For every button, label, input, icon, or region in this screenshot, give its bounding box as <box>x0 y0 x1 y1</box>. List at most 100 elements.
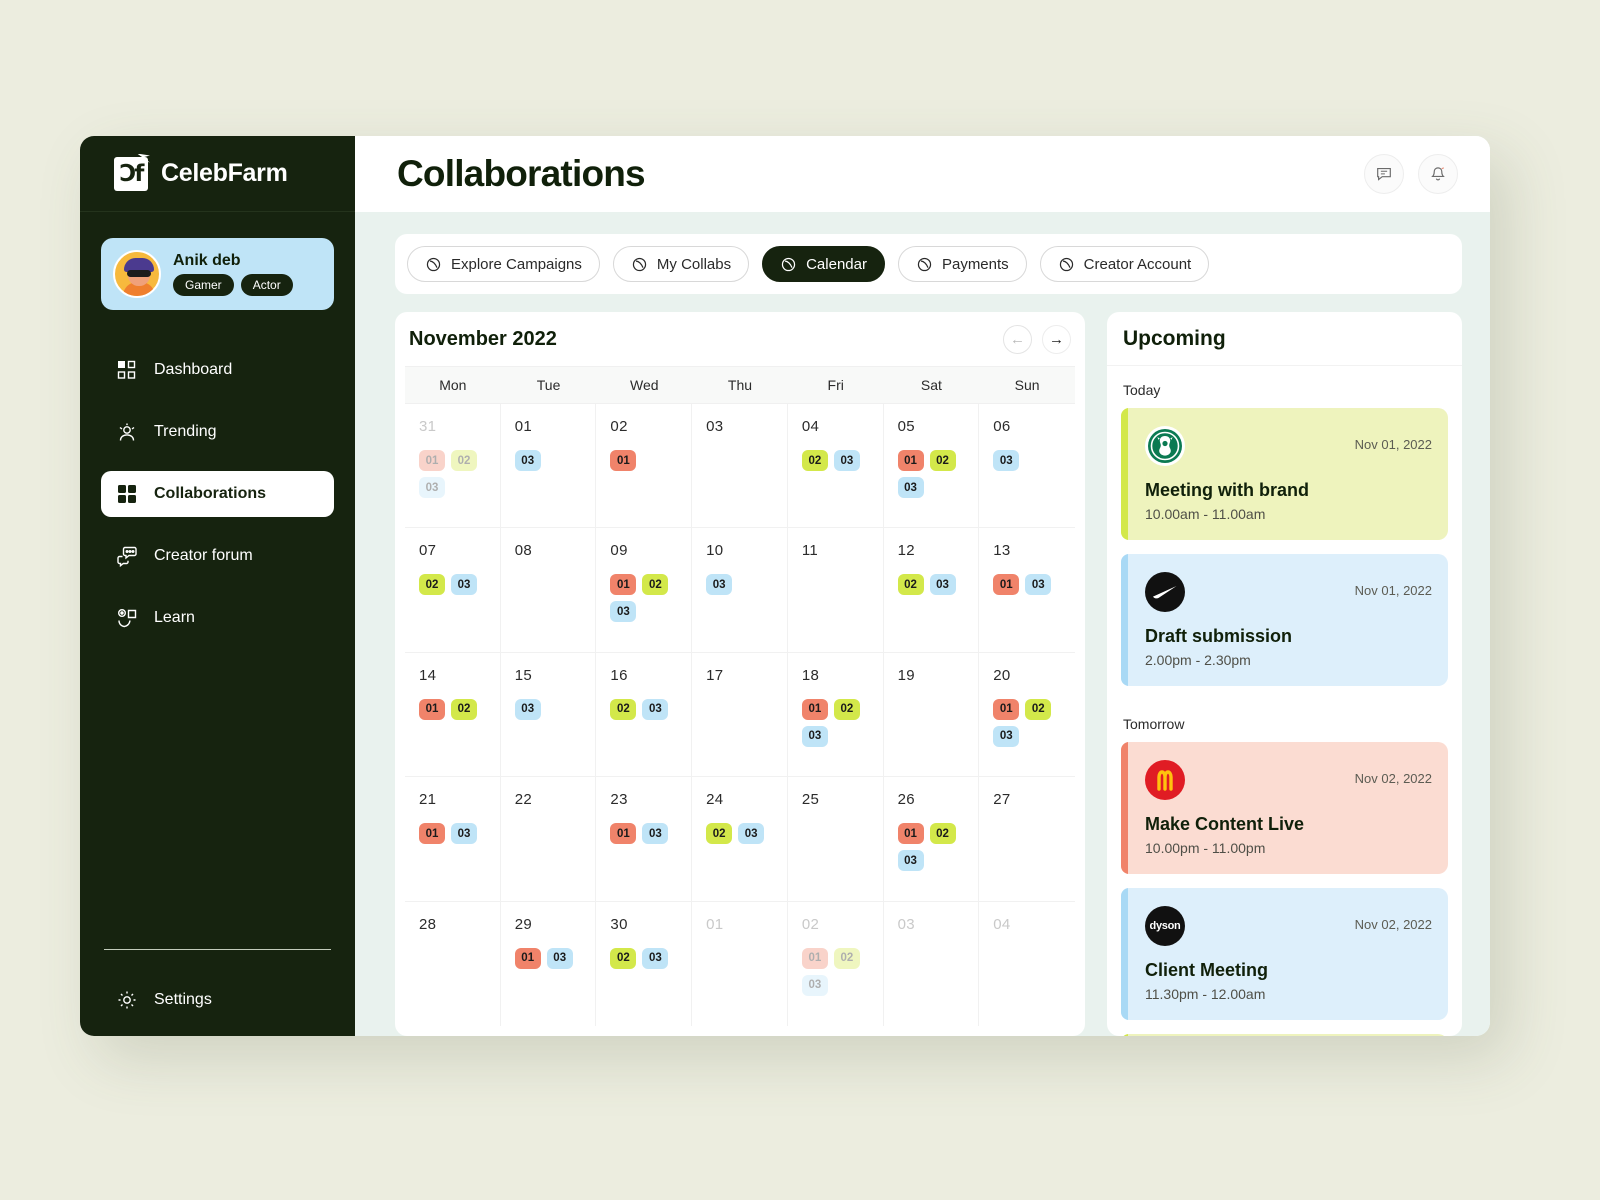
profile-card[interactable]: Anik deb Gamer Actor <box>101 238 334 310</box>
calendar-day-cell[interactable]: 03 <box>692 404 788 529</box>
tab-explore-campaigns[interactable]: Explore Campaigns <box>407 246 600 282</box>
calendar-day-cell[interactable]: 29 01 03 <box>501 901 597 1026</box>
calendar-badge-01[interactable]: 01 <box>801 698 828 720</box>
calendar-day-cell[interactable]: 23 01 03 <box>596 777 693 902</box>
calendar-badge-01[interactable]: 01 <box>993 698 1020 720</box>
calendar-badge-03[interactable]: 03 <box>514 450 541 471</box>
calendar-badge-03[interactable]: 03 <box>897 850 924 872</box>
tab-calendar[interactable]: Calendar <box>762 246 885 282</box>
calendar-badge-03[interactable]: 03 <box>642 823 669 845</box>
calendar-badge-03[interactable]: 03 <box>993 725 1020 747</box>
calendar-badge-01[interactable]: 01 <box>419 823 445 845</box>
calendar-badge-03[interactable]: 03 <box>610 601 637 623</box>
calendar-day-cell[interactable]: 02 01 <box>596 404 693 529</box>
sidebar-item-settings[interactable]: Settings <box>101 988 212 1012</box>
calendar-day-cell[interactable]: 19 <box>883 652 980 778</box>
tab-payments[interactable]: Payments <box>897 246 1027 282</box>
calendar-badge-03[interactable]: 03 <box>451 574 477 596</box>
upcoming-event-card[interactable]: Nov 01, 2022 Draft submission 2.00pm - 2.3… <box>1121 554 1448 686</box>
calendar-badge-01[interactable]: 01 <box>897 823 924 845</box>
tab-creator-account[interactable]: Creator Account <box>1039 246 1210 282</box>
calendar-badge-02[interactable]: 02 <box>610 947 637 969</box>
calendar-day-cell[interactable]: 18 01 02 03 <box>787 652 884 778</box>
calendar-badge-02[interactable]: 02 <box>419 574 445 596</box>
prev-month-button[interactable]: ← <box>1003 324 1032 354</box>
calendar-badge-02[interactable]: 02 <box>451 450 477 471</box>
calendar-day-cell[interactable]: 31 01 02 03 <box>405 404 501 529</box>
calendar-badge-03[interactable]: 03 <box>993 450 1020 471</box>
calendar-badge-03[interactable]: 03 <box>642 698 669 720</box>
calendar-badge-02[interactable]: 02 <box>706 823 733 845</box>
sidebar-item-dashboard[interactable]: Dashboard <box>101 347 334 393</box>
calendar-badge-02[interactable]: 02 <box>451 698 477 720</box>
calendar-badge-03[interactable]: 03 <box>419 477 445 498</box>
sidebar-item-learn[interactable]: Learn <box>101 595 334 641</box>
calendar-badge-02[interactable]: 02 <box>897 574 924 596</box>
calendar-badge-01[interactable]: 01 <box>419 450 445 471</box>
calendar-day-cell[interactable]: 20 01 02 03 <box>979 653 1075 778</box>
calendar-day-cell[interactable]: 02 01 02 03 <box>788 901 884 1026</box>
calendar-badge-03[interactable]: 03 <box>833 450 860 471</box>
calendar-day-cell[interactable]: 03 <box>884 901 980 1026</box>
calendar-badge-03[interactable]: 03 <box>514 698 541 720</box>
calendar-badge-02[interactable]: 02 <box>642 574 669 596</box>
notifications-button[interactable] <box>1418 154 1458 194</box>
calendar-badge-03[interactable]: 03 <box>897 477 924 498</box>
sidebar-item-trending[interactable]: Trending <box>101 409 334 455</box>
calendar-badge-03[interactable]: 03 <box>451 823 477 845</box>
calendar-badge-02[interactable]: 02 <box>610 698 637 720</box>
upcoming-event-card-partial[interactable] <box>1121 1034 1448 1036</box>
tab-my-collabs[interactable]: My Collabs <box>612 246 750 282</box>
sidebar-item-collaborations[interactable]: Collaborations <box>101 471 334 517</box>
calendar-day-cell[interactable]: 15 03 <box>500 652 597 778</box>
calendar-day-cell[interactable]: 04 <box>979 902 1075 1026</box>
upcoming-event-card[interactable]: Nov 01, 2022 Meeting with brand 10.00am - … <box>1121 408 1448 540</box>
upcoming-event-card[interactable]: dyson Nov 02, 2022 Client Meeting 11.30pm -… <box>1121 888 1448 1020</box>
calendar-badge-01[interactable]: 01 <box>993 574 1020 596</box>
calendar-day-cell[interactable]: 21 01 03 <box>405 777 501 902</box>
calendar-day-cell[interactable]: 25 <box>787 777 884 902</box>
calendar-day-cell[interactable]: 06 03 <box>979 404 1075 529</box>
calendar-badge-03[interactable]: 03 <box>706 574 733 596</box>
calendar-badge-01[interactable]: 01 <box>419 698 445 720</box>
calendar-badge-01[interactable]: 01 <box>801 947 828 969</box>
brand[interactable]: Ɔf CelebFarm <box>80 136 355 212</box>
calendar-badge-03[interactable]: 03 <box>642 947 669 969</box>
calendar-badge-01[interactable]: 01 <box>897 450 924 471</box>
calendar-day-cell[interactable]: 11 <box>787 528 884 653</box>
calendar-day-cell[interactable]: 24 02 03 <box>692 777 788 902</box>
calendar-badge-02[interactable]: 02 <box>801 450 828 471</box>
upcoming-event-card[interactable]: Nov 02, 2022 Make Content Live 10.00pm - 1… <box>1121 742 1448 874</box>
messages-button[interactable] <box>1364 154 1404 194</box>
calendar-day-cell[interactable]: 22 <box>500 777 597 902</box>
calendar-badge-02[interactable]: 02 <box>929 450 956 471</box>
calendar-badge-01[interactable]: 01 <box>610 823 637 845</box>
calendar-badge-02[interactable]: 02 <box>833 698 860 720</box>
calendar-badge-02[interactable]: 02 <box>833 947 860 969</box>
calendar-badge-03[interactable]: 03 <box>801 725 828 747</box>
calendar-day-cell[interactable]: 13 01 03 <box>979 528 1075 653</box>
calendar-badge-03[interactable]: 03 <box>546 947 573 969</box>
calendar-badge-01[interactable]: 01 <box>514 947 541 969</box>
calendar-badge-03[interactable]: 03 <box>801 974 828 996</box>
calendar-day-cell[interactable]: 28 <box>405 901 501 1026</box>
calendar-day-cell[interactable]: 01 03 <box>500 404 597 529</box>
calendar-day-cell[interactable]: 01 <box>692 901 788 1026</box>
calendar-day-cell[interactable]: 16 02 03 <box>596 652 693 778</box>
calendar-day-cell[interactable]: 04 02 03 <box>787 404 884 529</box>
calendar-day-cell[interactable]: 27 <box>979 777 1075 902</box>
calendar-day-cell[interactable]: 14 01 02 <box>405 652 501 778</box>
calendar-day-cell[interactable]: 07 02 03 <box>405 528 501 653</box>
calendar-day-cell[interactable]: 30 02 03 <box>596 901 693 1026</box>
calendar-badge-02[interactable]: 02 <box>1025 698 1052 720</box>
calendar-badge-03[interactable]: 03 <box>929 574 956 596</box>
calendar-badge-03[interactable]: 03 <box>1025 574 1052 596</box>
calendar-badge-03[interactable]: 03 <box>738 823 765 845</box>
calendar-day-cell[interactable]: 08 <box>500 528 597 653</box>
calendar-day-cell[interactable]: 10 03 <box>692 528 788 653</box>
calendar-day-cell[interactable]: 05 01 02 03 <box>883 404 980 529</box>
calendar-badge-01[interactable]: 01 <box>610 450 637 471</box>
calendar-badge-01[interactable]: 01 <box>610 574 637 596</box>
calendar-day-cell[interactable]: 17 <box>692 652 788 778</box>
calendar-day-cell[interactable]: 26 01 02 03 <box>883 777 980 902</box>
